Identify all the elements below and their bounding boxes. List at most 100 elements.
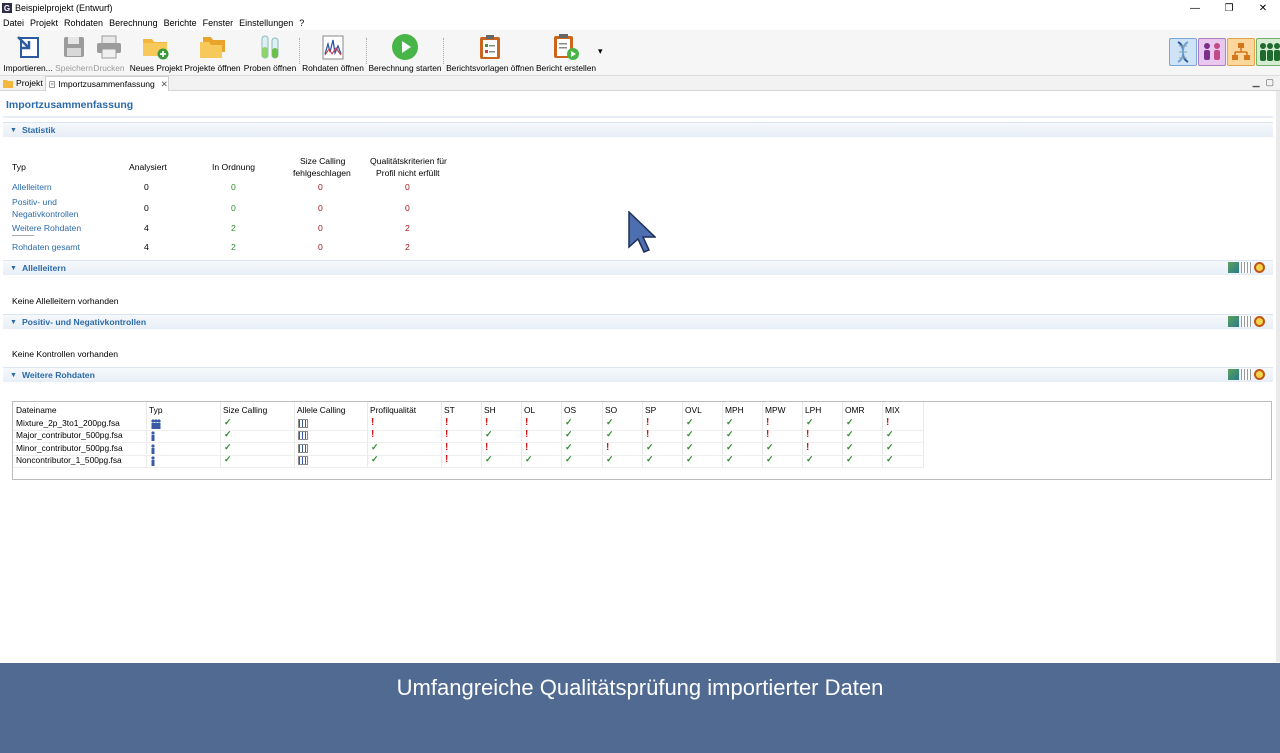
- menu-berichte[interactable]: Berichte: [164, 18, 197, 28]
- collapse-icon[interactable]: ▼: [10, 372, 17, 379]
- allele-chart-icon[interactable]: [298, 431, 308, 440]
- allele-chart-icon[interactable]: [298, 444, 308, 453]
- grid-column-line: [146, 402, 147, 468]
- stats-link-allelleitern[interactable]: Allelleitern: [12, 182, 52, 192]
- section-allelleitern-header[interactable]: ▼ Allelleitern: [3, 260, 1273, 275]
- close-tab-icon[interactable]: ✕: [161, 79, 168, 90]
- perspective-tree-button[interactable]: [1227, 38, 1255, 66]
- grid-cell-filename[interactable]: Minor_contributor_500pg.fsa: [16, 443, 123, 453]
- grid-column-line: [561, 402, 562, 468]
- stats-link-gesamt[interactable]: Rohdaten gesamt: [12, 242, 80, 252]
- print-button[interactable]: Drucken: [93, 30, 125, 75]
- stats-ok: 0: [231, 182, 236, 192]
- zoom-icon[interactable]: [1254, 369, 1265, 380]
- col-header-profilqualitaet[interactable]: Profilqualität: [370, 405, 416, 415]
- perspective-family-button[interactable]: [1198, 38, 1226, 66]
- section-kontrollen-header[interactable]: ▼ Positiv- und Negativkontrollen: [3, 314, 1273, 329]
- col-header-mph[interactable]: MPH: [725, 405, 744, 415]
- grid-column-line: [842, 402, 843, 468]
- col-header-so[interactable]: SO: [605, 405, 617, 415]
- vertical-scrollbar[interactable]: [1276, 91, 1280, 662]
- minimize-button[interactable]: —: [1178, 0, 1212, 16]
- import-button[interactable]: Importieren...: [3, 30, 53, 75]
- perspective-group-button[interactable]: [1256, 38, 1280, 66]
- menu-berechnung[interactable]: Berechnung: [109, 18, 158, 28]
- save-button[interactable]: Speichern: [55, 30, 93, 75]
- grid-column-line: [682, 402, 683, 468]
- col-header-omr[interactable]: OMR: [845, 405, 865, 415]
- editor-tab-row: Projekt Importzusammenfassung ✕ ▁ ▢: [0, 76, 1280, 91]
- menu-einstellungen[interactable]: Einstellungen: [239, 18, 293, 28]
- grid-cell-filename[interactable]: Mixture_2p_3to1_200pg.fsa: [16, 418, 120, 428]
- grid-row-line: [13, 467, 923, 468]
- checkmark-icon: ✓: [371, 442, 379, 452]
- menu-fenster[interactable]: Fenster: [203, 18, 234, 28]
- table-chart-icon[interactable]: [1241, 369, 1252, 380]
- chevron-down-icon[interactable]: ▾: [598, 46, 603, 57]
- col-header-sh[interactable]: SH: [484, 405, 496, 415]
- menu-help[interactable]: ?: [299, 18, 304, 28]
- stats-link-weitere[interactable]: Weitere Rohdaten: [12, 223, 81, 233]
- col-header-typ[interactable]: Typ: [149, 405, 163, 415]
- table-chart-icon[interactable]: [1241, 262, 1252, 273]
- col-header-sp[interactable]: SP: [645, 405, 656, 415]
- collapse-icon[interactable]: ▼: [10, 319, 17, 326]
- zoom-icon[interactable]: [1254, 316, 1265, 327]
- menu-rohdaten[interactable]: Rohdaten: [64, 18, 103, 28]
- zoom-icon[interactable]: [1254, 262, 1265, 273]
- menu-datei[interactable]: Datei: [3, 18, 24, 28]
- stats-link-kontrollen-2[interactable]: Negativkontrollen: [12, 209, 78, 219]
- stats-header-size-calling: Size Calling: [300, 156, 346, 166]
- open-samples-button[interactable]: Proben öffnen: [243, 30, 297, 75]
- export-chart-icon[interactable]: [1228, 262, 1239, 273]
- allele-chart-icon[interactable]: [298, 419, 308, 428]
- play-icon: [391, 33, 419, 61]
- export-chart-icon[interactable]: [1228, 316, 1239, 327]
- tab-project[interactable]: Projekt: [0, 76, 44, 90]
- grid-cell-filename[interactable]: Noncontributor_1_500pg.fsa: [16, 455, 122, 465]
- stats-link-kontrollen[interactable]: Positiv- und: [12, 197, 57, 207]
- title-divider: [3, 116, 1273, 118]
- new-project-button[interactable]: Neues Projekt: [130, 30, 182, 75]
- rawdata-grid[interactable]: Dateiname Typ Size Calling Allele Callin…: [12, 401, 1272, 480]
- toolbar-separator: [366, 38, 368, 64]
- collapse-icon[interactable]: ▼: [10, 127, 17, 134]
- section-weitere-header[interactable]: ▼ Weitere Rohdaten: [3, 367, 1273, 382]
- section-statistik-header[interactable]: ▼ Statistik: [3, 122, 1273, 137]
- perspective-dna-button[interactable]: [1169, 38, 1197, 66]
- checkmark-icon: ✓: [565, 442, 573, 452]
- tab-import-summary[interactable]: Importzusammenfassung ✕: [45, 76, 169, 91]
- col-header-ol[interactable]: OL: [524, 405, 535, 415]
- export-chart-icon[interactable]: [1228, 369, 1239, 380]
- minimize-view-icon[interactable]: ▁: [1253, 77, 1260, 88]
- checkmark-icon: ✓: [726, 454, 734, 464]
- col-header-allele-calling[interactable]: Allele Calling: [297, 405, 345, 415]
- col-header-st[interactable]: ST: [444, 405, 455, 415]
- maximize-view-icon[interactable]: ▢: [1265, 77, 1274, 88]
- restore-button[interactable]: ❐: [1212, 0, 1246, 16]
- open-rawdata-button[interactable]: Rohdaten öffnen: [302, 30, 364, 75]
- checkmark-icon: ✓: [371, 454, 379, 464]
- col-header-size-calling[interactable]: Size Calling: [223, 405, 267, 415]
- checkmark-icon: ✓: [525, 454, 533, 464]
- col-header-ovl[interactable]: OVL: [685, 405, 702, 415]
- menu-projekt[interactable]: Projekt: [30, 18, 58, 28]
- stats-sc-failed: 0: [318, 182, 323, 192]
- col-header-mpw[interactable]: MPW: [765, 405, 785, 415]
- person-icon: [151, 431, 155, 441]
- open-templates-button[interactable]: Berichtsvorlagen öffnen: [446, 30, 534, 75]
- col-header-os[interactable]: OS: [564, 405, 576, 415]
- table-chart-icon[interactable]: [1241, 316, 1252, 327]
- open-projects-button[interactable]: Projekte öffnen: [184, 30, 241, 75]
- allele-chart-icon[interactable]: [298, 456, 308, 465]
- create-report-button[interactable]: Bericht erstellen: [536, 30, 596, 75]
- app-icon: G: [2, 3, 12, 13]
- collapse-icon[interactable]: ▼: [10, 265, 17, 272]
- start-calculation-button[interactable]: Berechnung starten: [368, 30, 442, 75]
- rawdata-icon: [319, 33, 347, 61]
- grid-cell-filename[interactable]: Major_contributor_500pg.fsa: [16, 430, 123, 440]
- col-header-mix[interactable]: MIX: [885, 405, 900, 415]
- col-header-lph[interactable]: LPH: [805, 405, 821, 415]
- col-header-dateiname[interactable]: Dateiname: [16, 405, 57, 415]
- close-window-button[interactable]: ✕: [1246, 0, 1280, 16]
